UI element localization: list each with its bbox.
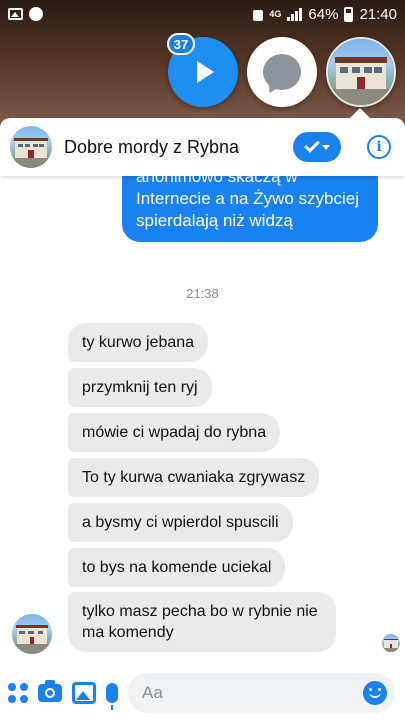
group-chat-head[interactable] xyxy=(326,37,396,107)
clock: 21:40 xyxy=(359,5,397,23)
group-photo xyxy=(328,39,394,105)
checkmark-icon xyxy=(303,137,320,153)
info-button[interactable]: i xyxy=(367,135,391,159)
incoming-message[interactable]: to bys na komende uciekal xyxy=(68,548,286,587)
info-icon: i xyxy=(376,139,382,155)
camera-button[interactable] xyxy=(38,675,62,711)
signal-icon xyxy=(287,7,303,21)
phone-notification-icon xyxy=(29,7,43,21)
more-actions-button[interactable] xyxy=(8,675,28,711)
incoming-message[interactable]: a bysmy ci wpierdol spuscili xyxy=(68,503,293,542)
battery-icon xyxy=(344,6,354,22)
incoming-message[interactable]: przymknij ten ryj xyxy=(68,368,212,407)
microphone-icon xyxy=(106,682,118,710)
sender-avatar[interactable] xyxy=(12,614,52,654)
message-list[interactable]: anonimowo skaczą w Internecie a na Żywo … xyxy=(0,176,405,665)
messenger-chat-head[interactable] xyxy=(247,37,317,107)
gallery-button[interactable] xyxy=(72,675,96,711)
emoji-icon[interactable] xyxy=(363,680,387,705)
messenger-logo-icon xyxy=(263,54,301,90)
group-avatar[interactable] xyxy=(10,126,52,168)
incoming-message[interactable]: ty kurwo jebana xyxy=(68,323,209,362)
chevron-down-icon xyxy=(321,144,330,150)
voice-button[interactable] xyxy=(106,675,118,711)
message-input-container[interactable] xyxy=(128,672,395,713)
seen-indicator-avatar xyxy=(382,634,400,652)
play-icon xyxy=(197,61,214,83)
battery-percent: 64% xyxy=(308,5,339,23)
four-dots-icon xyxy=(8,682,28,703)
network-type: 4G xyxy=(269,8,282,19)
image-notification-icon xyxy=(8,8,23,20)
incoming-message[interactable]: tylko masz pecha bo w rybnie nie ma kome… xyxy=(68,592,336,652)
conversation-header: Dobre mordy z Rybna i xyxy=(0,118,405,176)
check-dropdown-button[interactable] xyxy=(293,132,341,162)
unread-badge: 37 xyxy=(167,33,195,55)
status-bar: 4G 64% 21:40 xyxy=(0,0,405,28)
message-input[interactable] xyxy=(142,682,363,703)
message-composer xyxy=(0,665,405,720)
outgoing-message[interactable]: anonimowo skaczą w Internecie a na Żywo … xyxy=(122,176,378,242)
conversation-title[interactable]: Dobre mordy z Rybna xyxy=(64,137,293,158)
incoming-message[interactable]: To ty kurwa cwaniaka zgrywasz xyxy=(68,458,320,497)
lock-icon xyxy=(253,10,264,21)
incoming-message[interactable]: mówie ci wpadaj do rybna xyxy=(68,413,281,452)
message-timestamp: 21:38 xyxy=(186,286,219,301)
image-icon xyxy=(72,681,96,704)
camera-icon xyxy=(38,679,62,702)
